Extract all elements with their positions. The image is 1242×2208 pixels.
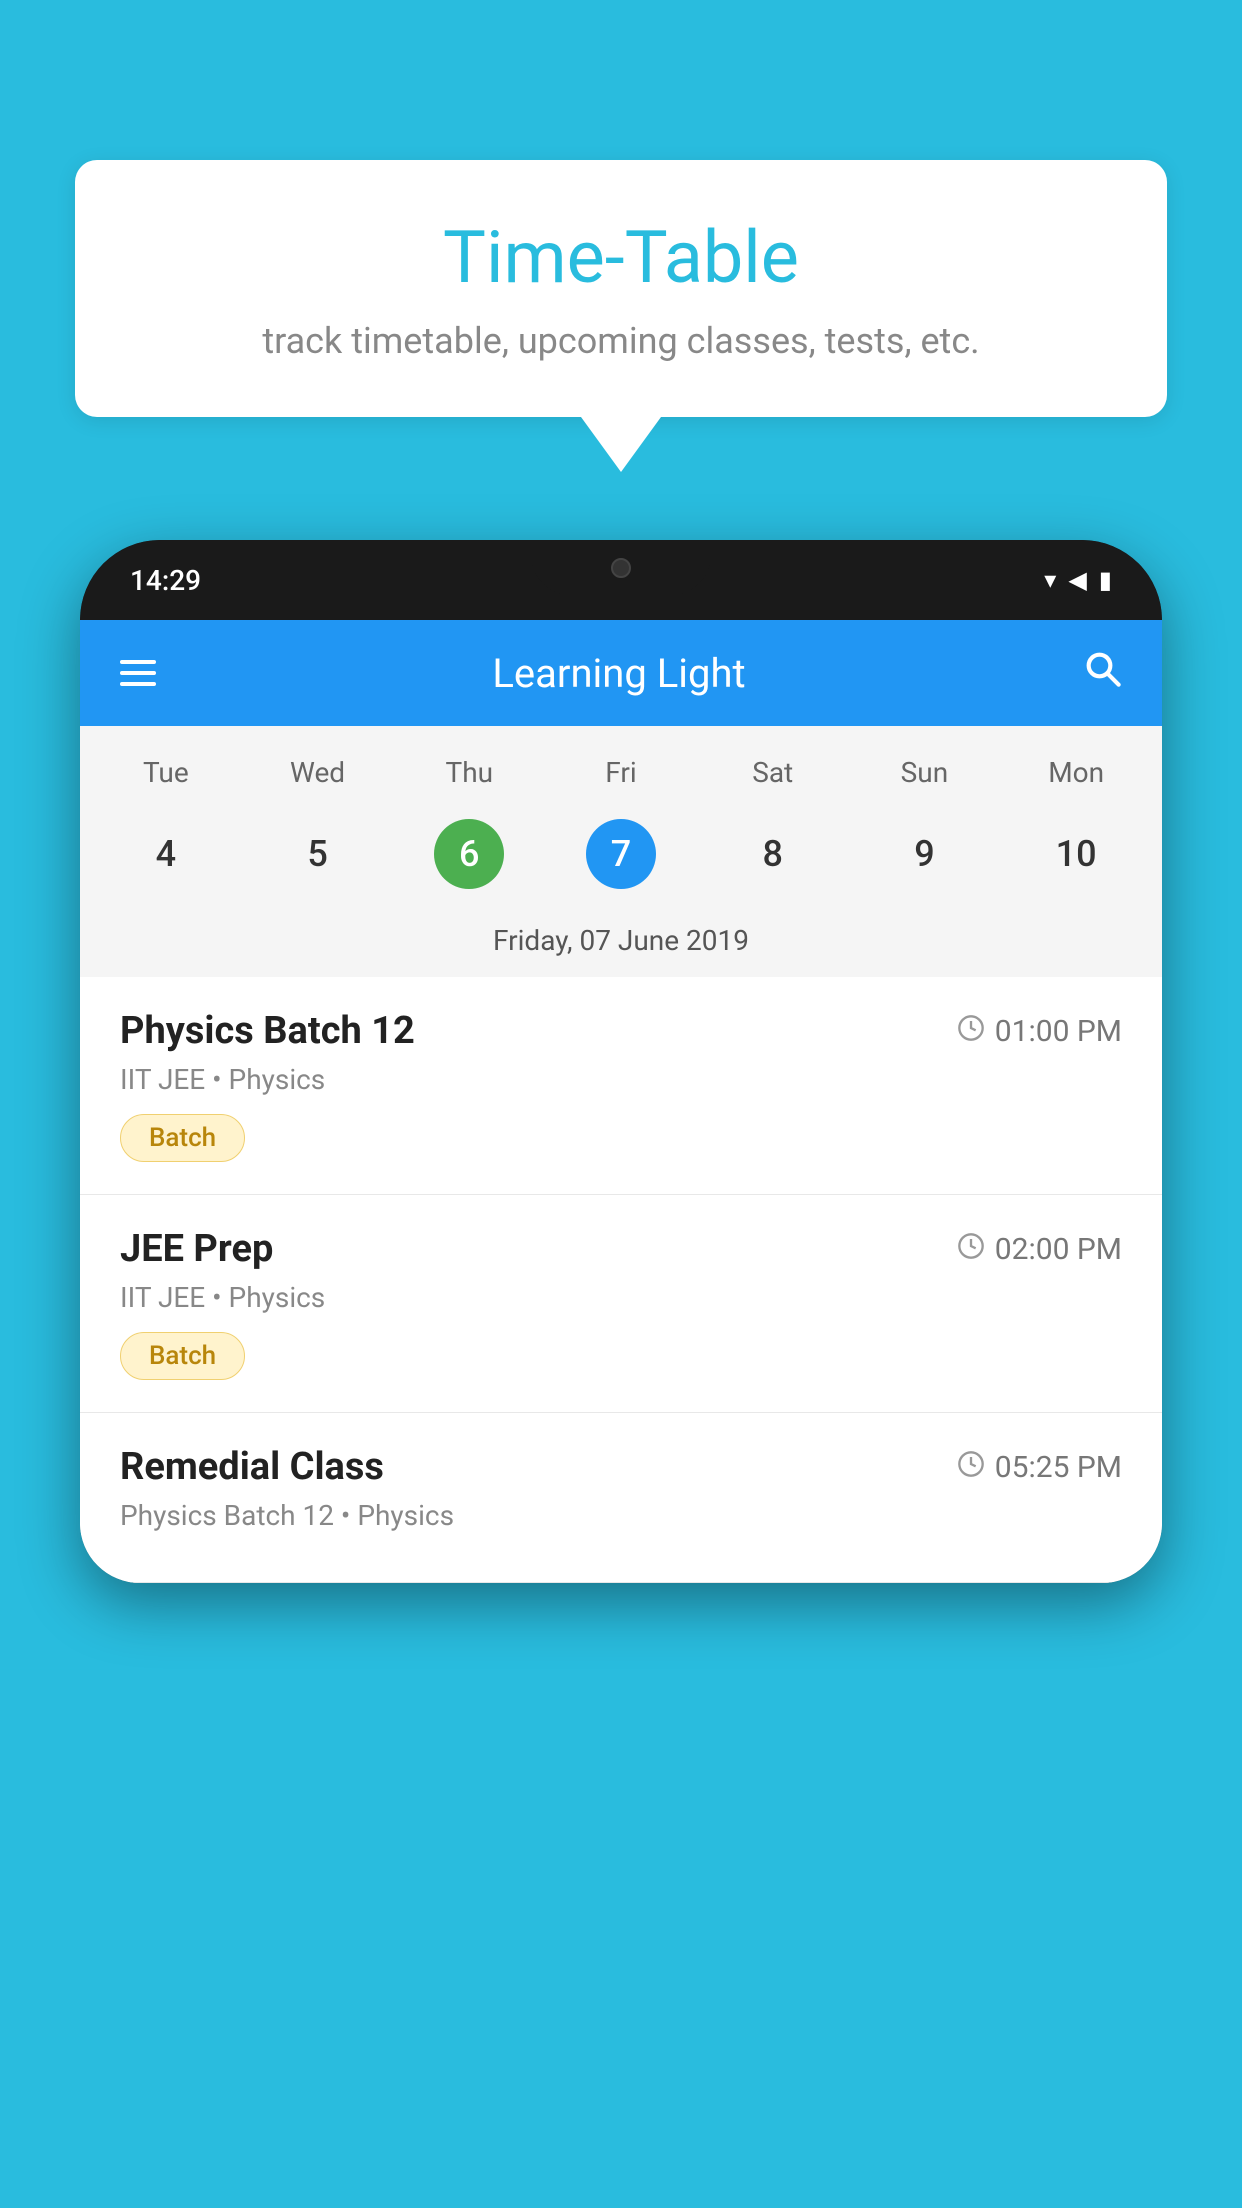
date-4[interactable]: 4 <box>90 809 242 899</box>
day-tue: Tue <box>90 746 242 799</box>
battery-icon: ▮ <box>1099 566 1112 594</box>
schedule-time-2: 02:00 PM <box>957 1232 1122 1267</box>
phone-notch <box>531 540 711 595</box>
calendar-dates: 4 5 6 7 8 9 10 <box>80 799 1162 914</box>
schedule-title-2: JEE Prep <box>120 1227 273 1271</box>
status-icons: ▾ ◀ ▮ <box>1044 566 1112 594</box>
wifi-icon: ▾ <box>1044 566 1056 594</box>
app-title: Learning Light <box>492 650 745 697</box>
schedule-subtitle-2: IIT JEE • Physics <box>120 1281 1122 1314</box>
day-sun: Sun <box>849 746 1001 799</box>
schedule-time-3: 05:25 PM <box>957 1450 1122 1485</box>
day-wed: Wed <box>242 746 394 799</box>
calendar-strip: Tue Wed Thu Fri Sat Sun Mon 4 5 6 7 8 9 … <box>80 726 1162 977</box>
batch-tag-1: Batch <box>120 1114 245 1162</box>
schedule-subtitle-3: Physics Batch 12 • Physics <box>120 1499 1122 1532</box>
status-bar: 14:29 ▾ ◀ ▮ <box>80 540 1162 620</box>
schedule-subtitle: IIT JEE • Physics <box>120 1063 1122 1096</box>
batch-tag-2: Batch <box>120 1332 245 1380</box>
speech-bubble: Time-Table track timetable, upcoming cla… <box>75 160 1167 417</box>
speech-bubble-arrow <box>581 417 661 472</box>
day-fri: Fri <box>545 746 697 799</box>
clock-icon-3 <box>957 1450 985 1485</box>
clock-icon <box>957 1014 985 1049</box>
page-title: Time-Table <box>135 215 1107 300</box>
schedule-time: 01:00 PM <box>957 1014 1122 1049</box>
signal-icon: ◀ <box>1068 566 1086 594</box>
date-9[interactable]: 9 <box>849 809 1001 899</box>
phone-camera <box>611 558 631 578</box>
schedule-item-physics-batch[interactable]: Physics Batch 12 01:00 PM IIT JEE • Phys… <box>80 977 1162 1195</box>
phone-mockup: 14:29 ▾ ◀ ▮ Learning Light <box>80 540 1162 2208</box>
selected-date-label: Friday, 07 June 2019 <box>80 914 1162 977</box>
date-10[interactable]: 10 <box>1000 809 1152 899</box>
schedule-item-remedial[interactable]: Remedial Class 05:25 PM Physics Batch 12… <box>80 1413 1162 1583</box>
day-mon: Mon <box>1000 746 1152 799</box>
date-6[interactable]: 6 <box>393 809 545 899</box>
schedule-title: Physics Batch 12 <box>120 1009 415 1053</box>
schedule-title-3: Remedial Class <box>120 1445 384 1489</box>
page-subtitle: track timetable, upcoming classes, tests… <box>135 320 1107 362</box>
day-thu: Thu <box>393 746 545 799</box>
speech-bubble-card: Time-Table track timetable, upcoming cla… <box>75 160 1167 472</box>
schedule-item-header-2: JEE Prep 02:00 PM <box>120 1227 1122 1271</box>
clock-icon-2 <box>957 1232 985 1267</box>
date-5[interactable]: 5 <box>242 809 394 899</box>
schedule-item-header: Physics Batch 12 01:00 PM <box>120 1009 1122 1053</box>
day-sat: Sat <box>697 746 849 799</box>
hamburger-menu-button[interactable] <box>120 660 156 686</box>
schedule-item-jee-prep[interactable]: JEE Prep 02:00 PM IIT JEE • Physics Batc… <box>80 1195 1162 1413</box>
calendar-days-header: Tue Wed Thu Fri Sat Sun Mon <box>80 746 1162 799</box>
schedule-list: Physics Batch 12 01:00 PM IIT JEE • Phys… <box>80 977 1162 1583</box>
date-8[interactable]: 8 <box>697 809 849 899</box>
phone-frame: 14:29 ▾ ◀ ▮ Learning Light <box>80 540 1162 1583</box>
schedule-item-header-3: Remedial Class 05:25 PM <box>120 1445 1122 1489</box>
search-icon[interactable] <box>1082 648 1122 698</box>
date-7[interactable]: 7 <box>545 809 697 899</box>
app-bar: Learning Light <box>80 620 1162 726</box>
status-time: 14:29 <box>130 564 201 597</box>
